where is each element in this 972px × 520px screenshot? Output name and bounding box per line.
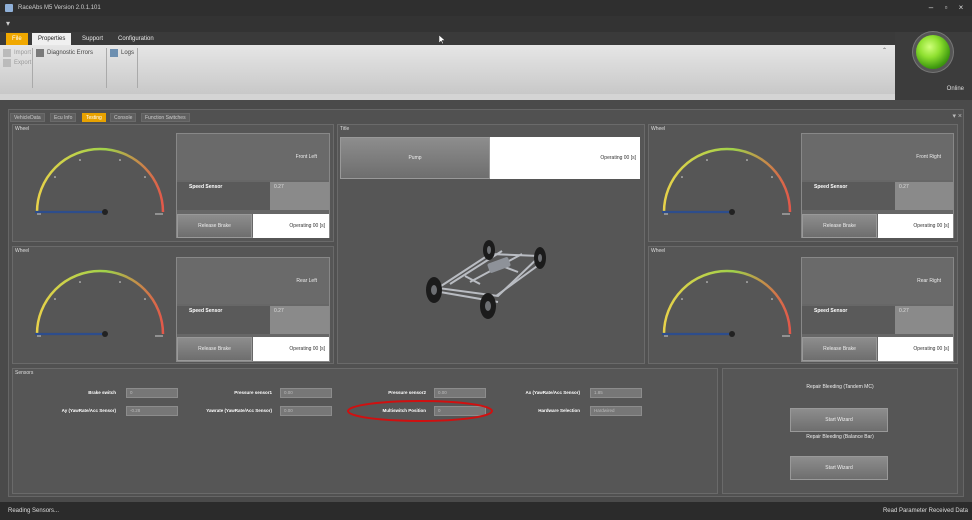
yawrate-sensor-field: 0.00 [280, 406, 332, 416]
tab-testing[interactable]: Testing [82, 113, 106, 122]
pressure-sensor1-field: 0.00 [280, 388, 332, 398]
brake-switch-label: Brake switch [88, 390, 116, 395]
vehicle-chassis-image [426, 240, 546, 319]
window-title: RaceAbs M5 Version 2.0.1.101 [18, 5, 101, 11]
content-close-icon[interactable]: ▾ × [952, 112, 962, 120]
release-brake-button[interactable]: Release Brake [802, 214, 877, 238]
speed-sensor-value: 0.27 [270, 306, 329, 334]
tab-console[interactable]: Console [110, 113, 137, 122]
group-label: Wheel [15, 126, 30, 132]
pressure-sensor2-label: Pressure sensor2 [388, 390, 426, 395]
tab-vehicle-data[interactable]: VehicleData [10, 113, 45, 122]
group-label: Wheel [651, 126, 666, 132]
speed-gauge [35, 269, 165, 337]
brake-switch-field: 0 [126, 388, 178, 398]
quick-access-menu-icon[interactable]: ▾ [6, 19, 10, 28]
pressure-sensor2-field: 0.00 [434, 388, 486, 398]
bleeding-tandem-label: Repair Bleeding (Tandem MC) [806, 384, 874, 390]
import-button[interactable]: Import [3, 48, 31, 58]
ax-sensor-field: 1.85 [590, 388, 642, 398]
diagnostic-errors-button[interactable]: Diagnostic Errors [36, 48, 93, 58]
export-icon [3, 59, 11, 67]
hardware-selection-label: Hardware Selection [538, 408, 580, 413]
release-brake-button[interactable]: Release Brake [802, 337, 877, 361]
speed-gauge [662, 269, 792, 337]
release-brake-button[interactable]: Release Brake [177, 214, 252, 238]
tab-support[interactable]: Support [76, 33, 109, 45]
application-window: RaceAbs M5 Version 2.0.1.101 – ▫ × ▾ Fil… [0, 0, 972, 520]
group-label: Sensors [15, 370, 34, 376]
wheel-title: Front Left [177, 134, 329, 180]
app-icon [5, 4, 13, 12]
tab-ecu-info[interactable]: Ecu Info [50, 113, 77, 122]
pump-button[interactable]: Pump [340, 137, 490, 179]
ax-sensor-label: Ax (YawRate/Acc Sensor) [525, 390, 580, 395]
pump-status: Operating 00 [s] [490, 137, 640, 179]
ribbon-collapse-icon[interactable]: ⌃ [882, 47, 887, 54]
speed-sensor-value: 0.27 [270, 182, 329, 210]
ribbon-footer [0, 94, 895, 100]
status-right-text: Read Parameter Received Data [882, 508, 968, 514]
release-brake-status: Operating 00 [s] [878, 337, 953, 361]
tab-file[interactable]: File [6, 33, 28, 45]
online-indicator-icon [916, 35, 950, 69]
status-left-text: Reading Sensors... [8, 508, 60, 514]
speed-sensor-label: Speed Sensor [802, 306, 895, 334]
import-icon [3, 49, 11, 57]
logs-icon [110, 49, 118, 57]
maximize-button[interactable]: ▫ [940, 2, 952, 13]
start-wizard-tandem-button[interactable]: Start Wizard [790, 408, 888, 432]
bleeding-balance-label: Repair Bleeding (Balance Bar) [806, 434, 874, 440]
status-bar: Reading Sensors... Read Parameter Receiv… [0, 502, 972, 520]
close-button[interactable]: × [955, 2, 967, 13]
speed-sensor-label: Speed Sensor [802, 182, 895, 210]
quick-access-toolbar: ▾ [0, 16, 972, 32]
wheel-title: Rear Right [802, 258, 953, 304]
ribbon-separator [32, 48, 33, 88]
diagnostic-icon [36, 49, 44, 57]
ribbon-tabs: File Properties Support Configuration [0, 32, 895, 45]
ay-sensor-field: -0.28 [126, 406, 178, 416]
pressure-sensor1-label: Pressure sensor1 [234, 390, 272, 395]
release-brake-status: Operating 00 [s] [253, 214, 329, 238]
mouse-cursor-icon [439, 35, 445, 44]
speed-sensor-value: 0.27 [895, 306, 953, 334]
title-bar: RaceAbs M5 Version 2.0.1.101 – ▫ × [0, 0, 972, 16]
release-brake-status: Operating 00 [s] [878, 214, 953, 238]
ribbon-separator [137, 48, 138, 88]
minimize-button[interactable]: – [925, 2, 937, 13]
start-wizard-balance-button[interactable]: Start Wizard [790, 456, 888, 480]
ay-sensor-label: Ay (YawRate/Acc Sensor) [61, 408, 116, 413]
group-label: Title [340, 126, 350, 132]
connection-status-panel: Online [895, 32, 972, 100]
hardware-selection-field: Hardwired [590, 406, 642, 416]
ribbon-body: ⌃ Import Export Diagnostic Errors Logs [0, 45, 895, 94]
speed-sensor-value: 0.27 [895, 182, 953, 210]
speed-sensor-label: Speed Sensor [177, 182, 270, 210]
ribbon-separator [106, 48, 107, 88]
annotation-highlight-ellipse [347, 400, 493, 422]
logs-button[interactable]: Logs [110, 48, 134, 58]
release-brake-status: Operating 00 [s] [253, 337, 329, 361]
speed-gauge [35, 147, 165, 215]
release-brake-button[interactable]: Release Brake [177, 337, 252, 361]
sensors-group [12, 368, 718, 494]
wheel-title: Rear Left [177, 258, 329, 304]
speed-gauge [662, 147, 792, 215]
online-label: Online [946, 86, 964, 92]
tab-configuration[interactable]: Configuration [112, 33, 160, 45]
export-button[interactable]: Export [3, 58, 31, 68]
group-label: Wheel [15, 248, 30, 254]
group-label: Wheel [651, 248, 666, 254]
yawrate-sensor-label: Yawrate (YawRate/Acc Sensor) [206, 408, 272, 413]
wheel-title: Front Right [802, 134, 953, 180]
speed-sensor-label: Speed Sensor [177, 306, 270, 334]
tab-properties[interactable]: Properties [32, 33, 72, 45]
tab-function-switches[interactable]: Function Switches [141, 113, 190, 122]
